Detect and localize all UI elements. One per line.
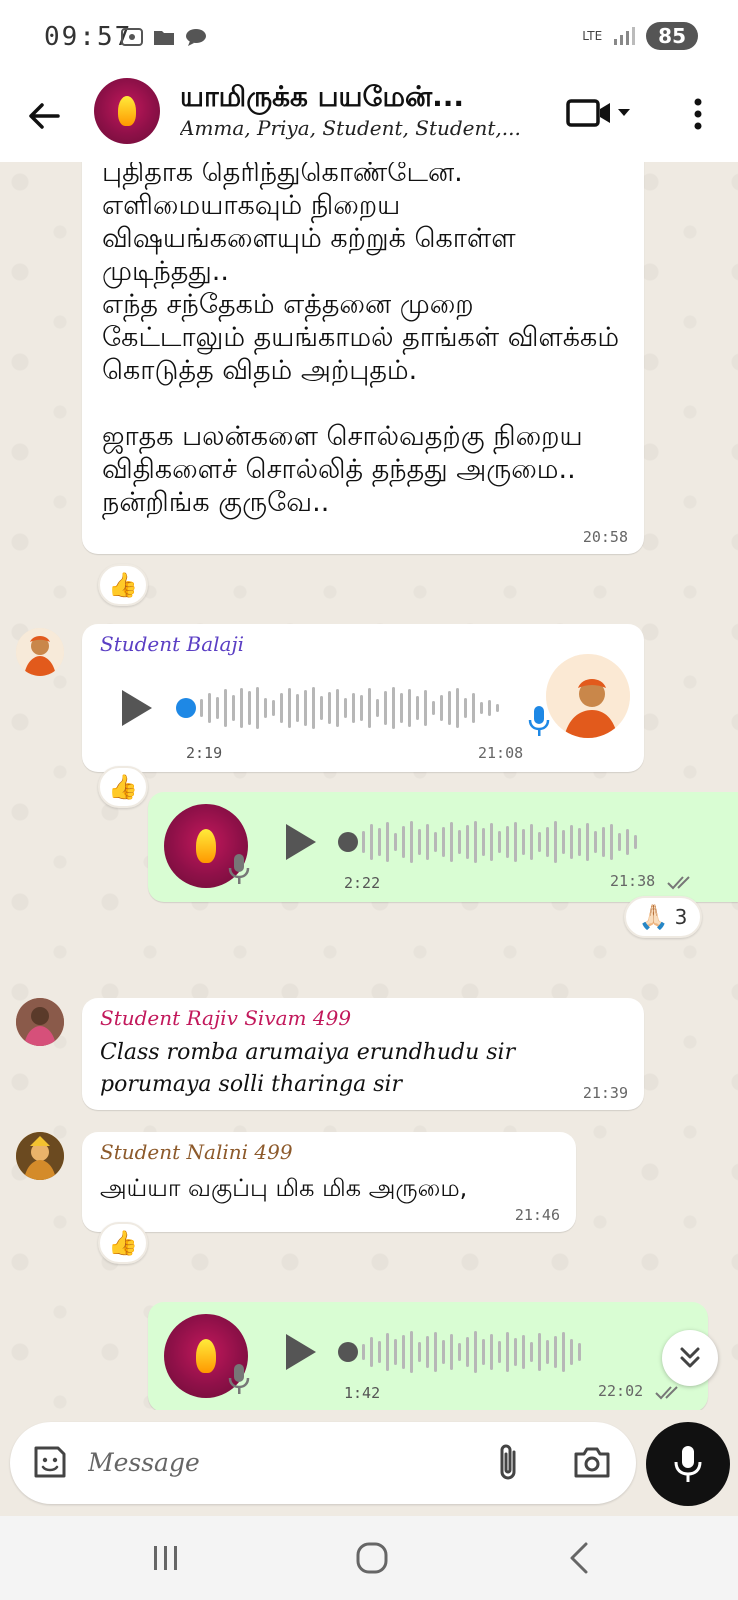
avatar-image xyxy=(546,654,630,738)
message-text-line: porumaya solli tharinga sir xyxy=(100,1072,403,1097)
recent-apps-icon[interactable] xyxy=(146,1538,186,1578)
message-composer[interactable] xyxy=(10,1422,636,1504)
system-nav-bar xyxy=(0,1516,738,1600)
signal-icon xyxy=(614,27,636,45)
sender-name: Student Nalini 499 xyxy=(100,1140,293,1164)
chat-area[interactable]: புதிதாக தெரிந்துகொண்டேன. எளிமையாகவும் நி… xyxy=(0,162,738,1424)
chat-icon xyxy=(186,29,206,46)
microphone-icon xyxy=(674,1446,702,1482)
voice-message-bubble[interactable]: 2:22 21:38 xyxy=(148,792,738,902)
message-time: 21:46 xyxy=(514,1206,560,1224)
message-time: 21:38 xyxy=(610,872,656,890)
screenshot-icon xyxy=(121,28,143,46)
reaction-emoji: 🙏🏻 xyxy=(638,903,669,931)
mic-icon xyxy=(228,1364,250,1394)
group-title[interactable]: யாமிருக்க பயமேன்... xyxy=(180,80,540,117)
message-text-line: Class romba arumaiya erundhudu sir xyxy=(100,1040,516,1065)
emoji-sticker-icon[interactable] xyxy=(30,1442,70,1482)
message-time: 21:08 xyxy=(478,744,524,762)
group-avatar[interactable] xyxy=(94,78,160,144)
avatar[interactable] xyxy=(16,628,64,676)
message-time: 21:39 xyxy=(582,1084,628,1102)
play-icon[interactable] xyxy=(282,822,318,862)
reaction-badge[interactable]: 🙏🏻 3 xyxy=(624,896,702,938)
voice-duration: 2:19 xyxy=(186,744,223,762)
more-options-icon[interactable] xyxy=(686,94,710,134)
camera-icon[interactable] xyxy=(572,1444,612,1480)
avatar[interactable] xyxy=(16,998,64,1046)
back-nav-icon[interactable] xyxy=(560,1538,600,1578)
video-call-icon[interactable] xyxy=(566,96,630,130)
voice-record-button[interactable] xyxy=(646,1422,730,1506)
play-icon[interactable] xyxy=(282,1332,318,1372)
play-icon[interactable] xyxy=(118,688,154,728)
message-bubble[interactable]: Student Nalini 499 அய்யா வகுப்பு மிக மிக… xyxy=(82,1132,576,1232)
avatar-image xyxy=(16,998,64,1046)
waveform[interactable] xyxy=(200,686,499,730)
voice-message-bubble[interactable]: Student Balaji 2:19 21:08 xyxy=(82,624,644,772)
double-chevron-down-icon xyxy=(680,1347,700,1368)
back-arrow-icon[interactable] xyxy=(24,96,64,136)
group-members[interactable]: Amma, Priya, Student, Student,... xyxy=(180,116,540,140)
read-receipt-icon xyxy=(655,1386,678,1400)
message-time: 20:58 xyxy=(582,528,628,546)
playback-position-dot[interactable] xyxy=(338,1342,358,1362)
reaction-count: 3 xyxy=(674,905,688,929)
message-input[interactable] xyxy=(88,1440,468,1484)
message-bubble[interactable]: புதிதாக தெரிந்துகொண்டேன. எளிமையாகவும் நி… xyxy=(82,162,644,554)
message-text: புதிதாக தெரிந்துகொண்டேன. எளிமையாகவும் நி… xyxy=(102,162,620,518)
waveform[interactable] xyxy=(362,820,637,864)
message-bubble[interactable]: Student Rajiv Sivam 499 Class romba arum… xyxy=(82,998,644,1110)
message-time: 22:02 xyxy=(598,1382,644,1400)
chat-header: யாமிருக்க பயமேன்... Amma, Priya, Student… xyxy=(0,76,738,162)
voice-duration: 1:42 xyxy=(344,1384,381,1402)
status-right: LTE 85 xyxy=(582,22,698,50)
voice-message-bubble[interactable]: 1:42 22:02 xyxy=(148,1302,708,1412)
network-type: LTE xyxy=(582,29,603,43)
message-text: அய்யா வகுப்பு மிக மிக அருமை, xyxy=(100,1174,468,1202)
sender-name: Student Balaji xyxy=(100,632,245,656)
lamp-icon xyxy=(196,1339,216,1373)
reaction-badge[interactable]: 👍 xyxy=(98,766,148,808)
avatar[interactable] xyxy=(16,1132,64,1180)
status-bar: 09:57 LTE 85 xyxy=(0,0,738,76)
battery-indicator: 85 xyxy=(646,22,698,50)
sender-voice-avatar xyxy=(546,654,630,738)
folder-icon xyxy=(154,31,174,45)
playback-position-dot[interactable] xyxy=(176,698,196,718)
lamp-icon xyxy=(196,829,216,863)
reaction-badge[interactable]: 👍 xyxy=(98,564,148,606)
lamp-icon xyxy=(118,96,136,126)
read-receipt-icon xyxy=(667,876,690,890)
voice-duration: 2:22 xyxy=(344,874,381,892)
mic-icon xyxy=(528,706,550,736)
avatar-image xyxy=(16,1132,64,1180)
playback-position-dot[interactable] xyxy=(338,832,358,852)
notification-icons xyxy=(120,26,208,48)
home-icon[interactable] xyxy=(352,1538,392,1578)
mic-icon xyxy=(228,854,250,884)
waveform[interactable] xyxy=(362,1330,581,1374)
sender-name: Student Rajiv Sivam 499 xyxy=(100,1006,352,1030)
avatar-image xyxy=(16,628,64,676)
scroll-to-bottom-button[interactable] xyxy=(662,1330,718,1386)
reaction-badge[interactable]: 👍 xyxy=(98,1222,148,1264)
attachment-icon[interactable] xyxy=(494,1442,524,1484)
